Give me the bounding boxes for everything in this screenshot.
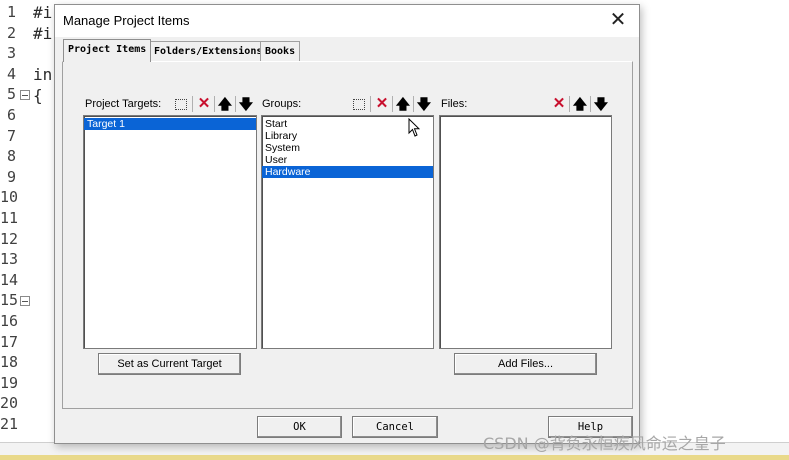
code-line-4[interactable]: in: [33, 65, 52, 84]
line-number: 20: [0, 394, 19, 413]
list-item-system[interactable]: System: [262, 142, 433, 154]
groups-list[interactable]: Start Library System User Hardware: [261, 115, 434, 349]
toolbar-separator: [392, 96, 393, 112]
line-number: 12: [0, 229, 19, 248]
tab-panel-project-items: Project Targets: ✕ 🡅 🡇 Target 1 Groups: …: [62, 61, 633, 409]
mouse-pointer-icon: [408, 118, 420, 137]
files-list[interactable]: [439, 115, 612, 349]
code-line-5[interactable]: {: [33, 86, 43, 105]
line-number: 21: [0, 414, 19, 433]
line-number: 5: [6, 85, 16, 104]
groups-label: Groups:: [262, 98, 302, 110]
toolbar-separator: [370, 96, 371, 112]
dialog-titlebar: Manage Project Items ✕: [55, 5, 639, 37]
fold-toggle-icon[interactable]: [20, 296, 30, 306]
close-icon[interactable]: ✕: [607, 9, 629, 31]
cancel-button[interactable]: Cancel: [352, 416, 438, 438]
move-file-down-icon[interactable]: 🡇: [592, 96, 610, 112]
dialog-title: Manage Project Items: [63, 13, 190, 28]
line-number: 19: [0, 373, 19, 392]
line-number: 4: [6, 64, 16, 83]
line-number: 2: [6, 23, 16, 42]
set-as-current-target-button[interactable]: Set as Current Target: [98, 353, 241, 375]
line-number: 1: [6, 3, 16, 21]
new-target-icon[interactable]: [175, 99, 187, 110]
line-number: 17: [0, 332, 19, 351]
line-number: 18: [0, 353, 19, 372]
toolbar-separator: [214, 96, 215, 112]
delete-target-icon[interactable]: ✕: [195, 96, 213, 112]
line-number: 14: [0, 270, 19, 289]
project-targets-label: Project Targets:: [85, 98, 162, 110]
ok-button[interactable]: OK: [257, 416, 342, 438]
move-target-up-icon[interactable]: 🡅: [216, 96, 234, 112]
watermark-text: CSDN @背负永恒疾风命运之皇子: [483, 434, 726, 453]
line-number: 9: [6, 167, 16, 186]
list-item-target-1[interactable]: Target 1: [84, 118, 256, 130]
line-number: 6: [6, 105, 16, 124]
move-group-down-icon[interactable]: 🡇: [415, 96, 433, 112]
move-file-up-icon[interactable]: 🡅: [571, 96, 589, 112]
toolbar-separator: [590, 96, 591, 112]
project-targets-list[interactable]: Target 1: [83, 115, 257, 349]
move-target-down-icon[interactable]: 🡇: [237, 96, 255, 112]
line-number: 10: [0, 188, 19, 207]
files-label: Files:: [441, 98, 468, 110]
line-numbers: 1 2 3 4 5 6 7 8 9 10 11 12 13 14 15 16 17 18 19 20 21: [0, 2, 19, 434]
list-item-hardware[interactable]: Hardware: [262, 166, 433, 178]
line-number: 16: [0, 311, 19, 330]
line-number: 8: [6, 147, 16, 166]
delete-file-icon[interactable]: ✕: [550, 96, 568, 112]
code-line-1[interactable]: #i: [33, 3, 52, 22]
line-number: 11: [0, 208, 19, 227]
line-number: 13: [0, 250, 19, 269]
code-line-2[interactable]: #i: [33, 24, 52, 43]
add-files-button[interactable]: Add Files...: [454, 353, 597, 375]
line-number-gutter: 1 2 3 4 5 6 7 8 9 10 11 12 13 14 15 16 17 18 19 20 21: [0, 0, 34, 440]
editor-bottom-strip: [0, 455, 789, 460]
tab-folders-extensions[interactable]: Folders/Extensions: [149, 41, 268, 61]
move-group-up-icon[interactable]: 🡅: [394, 96, 412, 112]
line-number: 15: [0, 291, 19, 310]
new-group-icon[interactable]: [353, 99, 365, 110]
delete-group-icon[interactable]: ✕: [373, 96, 391, 112]
toolbar-separator: [569, 96, 570, 112]
toolbar-separator: [235, 96, 236, 112]
line-number: 3: [6, 44, 16, 63]
fold-toggle-icon[interactable]: [20, 90, 30, 100]
tab-books[interactable]: Books: [260, 41, 301, 61]
line-number: 7: [6, 126, 16, 145]
manage-project-items-dialog: Manage Project Items ✕ Project Items Fol…: [54, 4, 640, 444]
list-item-user[interactable]: User: [262, 154, 433, 166]
toolbar-separator: [413, 96, 414, 112]
tab-project-items[interactable]: Project Items: [63, 39, 152, 62]
toolbar-separator: [192, 96, 193, 112]
